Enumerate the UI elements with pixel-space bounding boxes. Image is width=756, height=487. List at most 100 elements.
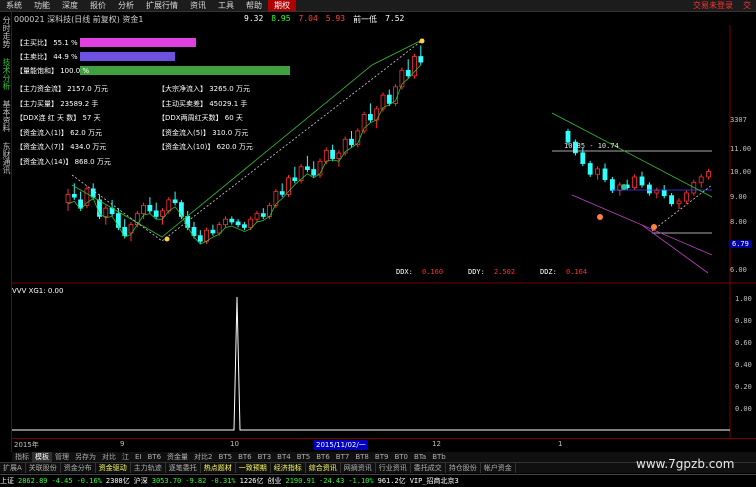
indicator-tab-7[interactable]: BT6 (145, 453, 165, 461)
side-tab-1[interactable]: 技术分析 (1, 58, 12, 90)
indicator-tab-0[interactable]: 指标 (12, 452, 32, 462)
menu-item-9[interactable]: 期权 (268, 0, 296, 11)
candle-body-l-2 (78, 199, 83, 209)
indicator-tab-8[interactable]: 资金量 (164, 452, 191, 462)
info-tab-1[interactable]: 关联股份 (26, 463, 61, 473)
candle-body-l-29 (248, 218, 254, 228)
date-year: 2015年 (14, 441, 39, 449)
indicator-tab-13[interactable]: BT4 (274, 453, 294, 461)
side-tab-2[interactable]: 基本资料 (1, 100, 12, 132)
price-axis-label-4: 8.00 (730, 218, 747, 226)
candle-body-r-18 (698, 176, 704, 183)
indicator-title: VVV XG1: 0.00 (12, 287, 64, 295)
candle-body-l-21 (197, 235, 203, 242)
ddx-label-2: DDZ: (540, 268, 557, 276)
candle-body-l-42 (330, 149, 336, 159)
candle-body-l-6 (103, 207, 109, 217)
flow-info-3-0: 【资金流入(1)】 62.0 万元 (16, 128, 102, 137)
info-tab-12[interactable]: 委托成交 (411, 463, 446, 473)
info-tab-14[interactable]: 帐户资金 (481, 463, 516, 473)
candle-body-r-6 (610, 179, 615, 191)
candle-body-r-16 (684, 192, 689, 202)
title-value-3: 5.93 (325, 13, 346, 23)
flow-info-1-0: 【主力买量】 23589.2 手 (16, 99, 99, 108)
indicator-tab-2[interactable]: 管理 (52, 452, 72, 462)
indicator-tab-16[interactable]: BT7 (333, 453, 353, 461)
side-tabs: 分时走势技术分析基本资料东财通讯 (0, 12, 12, 452)
flow-bar-0 (80, 38, 196, 47)
indicator-tab-17[interactable]: BT8 (352, 453, 372, 461)
menu-right-0[interactable]: 交易未登录 (688, 0, 738, 11)
side-tab-0[interactable]: 分时走势 (1, 16, 12, 48)
menu-item-8[interactable]: 帮助 (240, 0, 268, 11)
menu-item-7[interactable]: 工具 (212, 0, 240, 11)
info-tab-13[interactable]: 持仓股份 (446, 463, 481, 473)
candle-body-l-1 (71, 193, 77, 198)
candle-body-r-3 (587, 163, 593, 175)
kline-chart[interactable]: 10.85 - 10.74 (12, 25, 756, 445)
indicator-tab-10[interactable]: BT5 (216, 453, 236, 461)
date-month-1: 1 (558, 440, 563, 448)
price-axis-label-3: 9.00 (730, 193, 747, 201)
candle-body-l-41 (323, 149, 329, 162)
menu-item-0[interactable]: 系统 (0, 0, 28, 11)
ddx-label-1: DDY: (468, 268, 485, 276)
info-tab-10[interactable]: 网摘资讯 (341, 463, 376, 473)
side-tab-3[interactable]: 东财通讯 (1, 142, 12, 174)
candle-body-l-18 (178, 202, 184, 217)
indicator-tab-11[interactable]: BT6 (235, 453, 255, 461)
menu-right-1[interactable]: 交 (738, 0, 756, 11)
indicator-tab-6[interactable]: EI (132, 453, 145, 461)
status-item-12: -24.43 (319, 477, 345, 485)
info-tab-8[interactable]: 经济指标 (271, 463, 306, 473)
indicator-tab-19[interactable]: BT0 (391, 453, 411, 461)
menu-item-5[interactable]: 扩展行情 (140, 0, 184, 11)
indicator-tab-12[interactable]: BT3 (255, 453, 275, 461)
candle-body-r-2 (580, 152, 586, 164)
candle-body-r-4 (595, 168, 600, 175)
flow-bar-2 (80, 66, 290, 75)
menu-item-4[interactable]: 分析 (112, 0, 140, 11)
indicator-tab-18[interactable]: BT9 (372, 453, 392, 461)
indicator-axis-label-3: 0.40 (735, 361, 752, 369)
info-tab-3[interactable]: 资金驱动 (96, 463, 131, 473)
info-tab-5[interactable]: 逐笔委托 (166, 463, 201, 473)
indicator-tab-15[interactable]: BT6 (313, 453, 333, 461)
menu-right: 交易未登录交 (688, 0, 756, 11)
flow-bar-label-2: 【量能饱和】 100.0 % (16, 67, 90, 75)
candle-body-r-5 (602, 168, 608, 181)
flow-bar-1 (80, 52, 175, 61)
candle-body-l-56 (418, 56, 424, 63)
info-tab-4[interactable]: 主力轨迹 (131, 463, 166, 473)
candle-body-l-12 (141, 204, 147, 215)
info-tab-9[interactable]: 综合资讯 (306, 463, 341, 473)
price-axis-label-0: 3307 (730, 116, 747, 124)
indicator-tab-9[interactable]: 对比2 (191, 452, 215, 462)
title-value-0: 9.32 (244, 13, 264, 23)
info-tab-0[interactable]: 扩展A (0, 463, 26, 473)
indicator-tab-20[interactable]: BTa (411, 453, 429, 461)
info-tab-6[interactable]: 热点题材 (201, 463, 236, 473)
indicator-tab-1[interactable]: 模板 (32, 452, 52, 462)
title-value-5: 7.52 (385, 13, 405, 23)
menu-item-3[interactable]: 报价 (84, 0, 112, 11)
status-item-2: -4.45 (51, 477, 73, 485)
indicator-tab-14[interactable]: BT5 (294, 453, 314, 461)
status-item-14: 961.2亿 (377, 477, 406, 485)
ddx-value-2: 0.164 (566, 268, 588, 276)
indicator-tab-21[interactable]: BTb (429, 453, 449, 461)
indicator-tab-5[interactable]: 江 (119, 452, 132, 462)
candle-body-l-43 (336, 152, 342, 159)
info-tab-11[interactable]: 行业资讯 (376, 463, 411, 473)
menu-item-2[interactable]: 深度 (56, 0, 84, 11)
menu-item-1[interactable]: 功能 (28, 0, 56, 11)
indicator-tab-3[interactable]: 另存为 (72, 452, 99, 462)
watermark: www.7gpzb.com (636, 457, 735, 471)
indicator-tab-4[interactable]: 对比 (99, 452, 119, 462)
info-tab-2[interactable]: 资金分布 (61, 463, 96, 473)
menu-item-6[interactable]: 资讯 (184, 0, 212, 11)
status-item-7: -9.82 (185, 477, 207, 485)
info-tab-7[interactable]: 一致预期 (236, 463, 271, 473)
marker-teal (621, 184, 627, 190)
title-value-1: 8.95 (271, 13, 291, 23)
